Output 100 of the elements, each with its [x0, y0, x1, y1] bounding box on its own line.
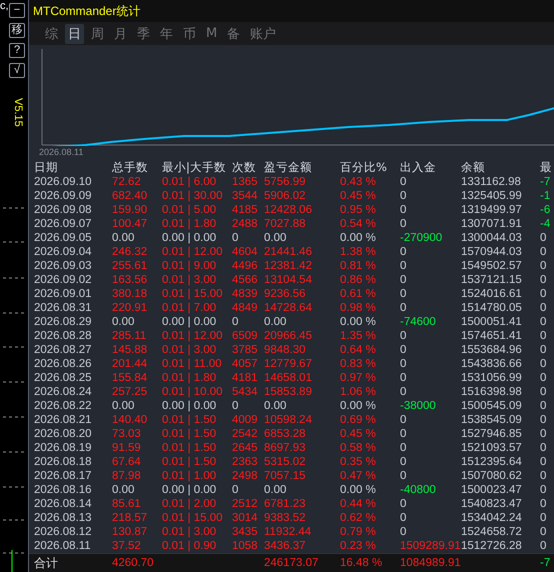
table-cell-text: 380.18	[112, 287, 148, 302]
table-cell-text: 145.88	[112, 343, 148, 358]
table-cell-text: 0	[232, 315, 240, 330]
table-cell-text: 0.01 | 1.50	[162, 455, 218, 470]
table-cell-text: 0	[540, 371, 548, 386]
table-cell-text: 0.81 %	[340, 259, 377, 274]
table-cell-text: 11932.44	[264, 525, 312, 540]
table-cell-text: 4009	[232, 413, 259, 428]
table-cell-text: 159.90	[112, 203, 148, 218]
table-cell-text: 4260.70	[112, 556, 155, 570]
window-title: MTCommander统计	[33, 2, 140, 20]
tab[interactable]: 日	[65, 24, 84, 44]
table-cell-text: 0	[540, 511, 548, 526]
table-cell-text: 0.54 %	[340, 217, 377, 232]
table-cell-text: 0.01 | 1.80	[162, 371, 218, 386]
table-cell-text: 0	[540, 497, 548, 512]
table-cell-text: 0.45 %	[340, 427, 377, 442]
table-cell-text: 1534042.24	[461, 511, 523, 526]
table-cell-text: 0	[400, 175, 408, 190]
table-cell-text: 0.47 %	[340, 469, 377, 484]
tab[interactable]: 年	[157, 24, 176, 44]
table-cell-text: 4496	[232, 259, 259, 274]
tab[interactable]: M	[203, 25, 220, 42]
table-cell-text: 0.00 %	[340, 399, 377, 414]
tab[interactable]: 月	[111, 24, 130, 44]
table-cell-text: 2026.08.17	[34, 469, 93, 484]
table-cell-text: 67.64	[112, 455, 142, 470]
table-cell-text: -74600	[400, 315, 437, 330]
table-cell-text: 16.48 %	[340, 556, 384, 570]
table-cell-text: 5756.99	[264, 175, 307, 190]
table-cell-text: 1512726.28	[461, 539, 523, 554]
table-cell-text: 0.01 | 12.00	[162, 245, 224, 260]
tab[interactable]: 账户	[247, 24, 280, 44]
table-cell-text: 2026.08.24	[34, 385, 93, 400]
table-cell-text: 0	[400, 525, 408, 540]
table-cell-text: 2026.08.28	[34, 329, 93, 344]
table-cell-text: 2645	[232, 441, 259, 456]
table-cell-text: 1.06 %	[340, 385, 377, 400]
table-cell-text: 9236.56	[264, 287, 307, 302]
table-cell-text: 0	[400, 441, 408, 456]
tab[interactable]: 备	[224, 24, 244, 44]
column-header: 最	[540, 160, 553, 176]
table-cell-text: 2026.08.11	[34, 539, 92, 554]
table-cell-text: 87.98	[112, 469, 142, 484]
table-cell-text: 15853.89	[264, 385, 313, 400]
table-cell-text: 5434	[232, 385, 259, 400]
table-cell-text: 0	[540, 385, 548, 400]
table-cell-text: 0	[400, 455, 408, 470]
table-cell-text: 1538545.09	[461, 413, 523, 428]
table-cell-text: 4057	[232, 357, 259, 372]
table-cell-text: 0	[540, 483, 548, 498]
side-button[interactable]: √	[9, 63, 25, 78]
table-cell-text: 2026.08.14	[34, 497, 93, 512]
table-cell-text: 0	[400, 189, 408, 204]
table-cell-text: 12428.06	[264, 203, 313, 218]
column-header: 余额	[461, 160, 486, 176]
table-cell-text: 0.00	[264, 399, 288, 414]
table-cell-text: 0	[540, 273, 548, 288]
table-cell-text: 0	[400, 469, 408, 484]
table-cell-text: 0.00	[112, 399, 136, 414]
table-cell-text: 1331162.98	[461, 175, 522, 190]
side-button[interactable]: ?	[9, 43, 25, 58]
column-header: 出入金	[400, 160, 437, 176]
side-button[interactable]: −	[9, 3, 25, 18]
total-label: 合计	[34, 554, 59, 572]
table-cell-text: 0	[400, 357, 408, 372]
table-cell-text: 0	[400, 329, 408, 344]
table-cell-text: 1527946.85	[461, 427, 523, 442]
table-cell-text: 2512	[232, 497, 259, 512]
table-cell-text: 0.00 | 0.00	[162, 483, 218, 498]
table-cell-text: 2026.08.20	[34, 427, 93, 442]
table-cell-text: 14658.01	[264, 371, 313, 386]
table-cell-text: 4566	[232, 273, 259, 288]
side-button[interactable]: 移	[9, 23, 25, 38]
table-cell-text: -1	[540, 189, 552, 204]
tab[interactable]: 币	[180, 24, 199, 44]
table-cell-text: 91.59	[112, 441, 142, 456]
table-cell-text: 1540823.47	[461, 497, 523, 512]
table-cell-text: 72.62	[112, 175, 142, 190]
tab[interactable]: 综	[42, 24, 61, 44]
table-cell-text: 0.97 %	[340, 371, 377, 386]
table-cell-text: 0.61 %	[340, 287, 377, 302]
tab[interactable]: 周	[88, 24, 107, 44]
table-cell-text: 0.98 %	[340, 301, 377, 316]
table-cell-text: 10598.24	[264, 413, 313, 428]
tab[interactable]: 季	[134, 24, 153, 44]
table-cell-text: 3436.37	[264, 539, 307, 554]
table-cell-text: 0.00	[264, 231, 288, 246]
table-cell-text: 2498	[232, 469, 259, 484]
table-cell-text: 100.47	[112, 217, 148, 232]
table-cell-text: 0.00 %	[340, 231, 377, 246]
table-cell-text: 0.79 %	[340, 525, 377, 540]
table-cell-text: -7	[540, 175, 552, 190]
table-cell-text: 0	[540, 539, 548, 554]
table-cell-text: 0	[232, 399, 240, 414]
table-cell-text: 1507080.62	[461, 469, 523, 484]
table-cell-text: 0	[540, 301, 548, 316]
table-cell-text: 0	[540, 441, 548, 456]
table-cell-text: 2026.08.13	[34, 511, 93, 526]
table-cell-text: 0	[400, 301, 408, 316]
